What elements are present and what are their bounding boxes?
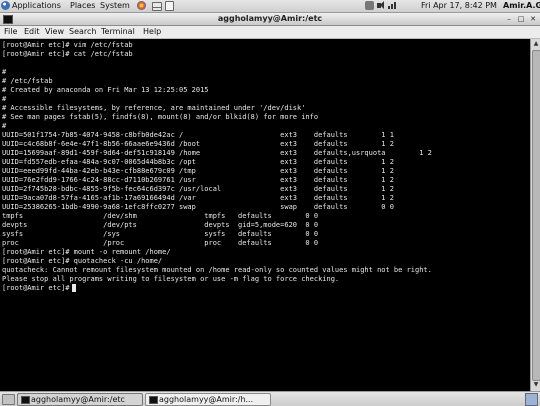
scroll-up-icon[interactable]: ▲ (531, 39, 540, 49)
menu-view[interactable]: View (45, 26, 64, 38)
network-icon[interactable] (365, 1, 374, 10)
minimize-icon[interactable]: – (505, 15, 513, 23)
menu-places[interactable]: Places (70, 0, 95, 12)
terminal-icon (21, 396, 30, 404)
terminal-icon (149, 396, 158, 404)
distro-logo-icon[interactable] (1, 1, 10, 10)
menu-applications[interactable]: Applications (12, 0, 61, 12)
terminal-line: UUID=eeed99fd-44ba-42eb-b43e-cfb88e679c0… (2, 167, 394, 175)
terminal-line: UUID=501f1754-7b85-4074-9458-c8bfb0de42a… (2, 131, 394, 139)
terminal-line: # /etc/fstab (2, 77, 53, 85)
terminal-line: [root@Amir etc]# vim /etc/fstab (2, 41, 133, 49)
menu-terminal[interactable]: Terminal (101, 26, 135, 38)
notes-launcher-icon[interactable] (165, 1, 174, 11)
mail-launcher-icon[interactable] (152, 2, 162, 11)
top-panel: Applications Places System Fri Apr 17, 8… (0, 0, 540, 13)
terminal-line: quotacheck: Cannot remount filesystem mo… (2, 266, 432, 274)
terminal-line: tmpfs /dev/shm tmpfs defaults 0 0 (2, 212, 319, 220)
clock[interactable]: Fri Apr 17, 8:42 PM (421, 0, 497, 12)
terminal-line: [root@Amir etc]# mount -o remount /home/ (2, 248, 171, 256)
menu-search[interactable]: Search (69, 26, 96, 38)
scrollbar-thumb[interactable] (532, 50, 540, 381)
terminal-cursor (72, 284, 76, 292)
terminal-line: [root@Amir etc]# cat /etc/fstab (2, 50, 133, 58)
bottom-taskbar: aggholamyy@Amir:/etc aggholamyy@Amir:/h.… (0, 391, 540, 406)
terminal-line: UUID=9aca07d8-57fa-4165-af1b-17a69166494… (2, 194, 394, 202)
terminal-line: # See man pages fstab(5), findfs(8), mou… (2, 113, 319, 121)
volume-icon[interactable] (376, 1, 385, 10)
scroll-down-icon[interactable]: ▼ (531, 380, 540, 390)
terminal-line: Please stop all programs writing to file… (2, 275, 340, 283)
taskbar-item-label: aggholamyy@Amir:/etc (31, 395, 125, 404)
browser-launcher-icon[interactable] (137, 1, 146, 10)
window-menubar: File Edit View Search Terminal Help (0, 26, 540, 39)
terminal-line: UUID=2f745b28-bdbc-4855-9f5b-fec64c6d397… (2, 185, 394, 193)
terminal-line: # Accessible filesystems, by reference, … (2, 104, 306, 112)
user-menu[interactable]: Amir.A.G (503, 0, 540, 12)
menu-file[interactable]: File (4, 26, 17, 38)
terminal-line: # (2, 68, 7, 76)
terminal-line: proc /proc proc defaults 0 0 (2, 239, 319, 247)
terminal-line: # Created by anaconda on Fri Mar 13 12:2… (2, 86, 209, 94)
terminal-line: [root@Amir etc]# quotacheck -cu /home/ (2, 257, 163, 265)
workspace-switcher[interactable] (525, 393, 538, 406)
taskbar-item-label: aggholamyy@Amir:/h... (159, 395, 254, 404)
show-desktop-icon[interactable] (2, 394, 15, 405)
terminal-line: # (2, 95, 7, 103)
menu-help[interactable]: Help (143, 26, 161, 38)
menu-system[interactable]: System (100, 0, 130, 12)
terminal-scrollbar[interactable]: ▲ ▼ (530, 39, 540, 391)
menu-edit[interactable]: Edit (24, 26, 40, 38)
taskbar-item-terminal-home[interactable]: aggholamyy@Amir:/h... (145, 393, 271, 406)
terminal-window: aggholamyy@Amir:/etc – □ ✕ File Edit Vie… (0, 13, 540, 391)
terminal-output[interactable]: [root@Amir etc]# vim /etc/fstab [root@Am… (0, 39, 530, 391)
terminal-prompt: [root@Amir etc]# (2, 284, 74, 292)
terminal-line: sysfs /sys sysfs defaults 0 0 (2, 230, 319, 238)
terminal-line: UUID=c4c68b8f-6e4e-47f1-8b56-66aae6e9436… (2, 140, 394, 148)
window-title: aggholamyy@Amir:/etc (217, 14, 323, 23)
window-titlebar[interactable]: aggholamyy@Amir:/etc – □ ✕ (0, 13, 540, 26)
terminal-line: # (2, 122, 7, 130)
terminal-line: devpts /dev/pts devpts gid=5,mode=620 0 … (2, 221, 319, 229)
terminal-line: UUID=15699aaf-89d1-459f-9d64-def51c91814… (2, 149, 432, 157)
maximize-icon[interactable]: □ (517, 15, 525, 23)
terminal-line: UUID=76e2fdd9-1766-4c24-88cc-d7110b26976… (2, 176, 394, 184)
terminal-line: UUID=25386265-1bdb-4990-9a68-1efc8ffc027… (2, 203, 394, 211)
close-icon[interactable]: ✕ (529, 15, 537, 23)
terminal-line: UUID=fd557edb-efaa-484a-9c07-0065d44b8b3… (2, 158, 394, 166)
taskbar-item-terminal-etc[interactable]: aggholamyy@Amir:/etc (17, 393, 143, 406)
signal-icon[interactable] (388, 1, 398, 10)
